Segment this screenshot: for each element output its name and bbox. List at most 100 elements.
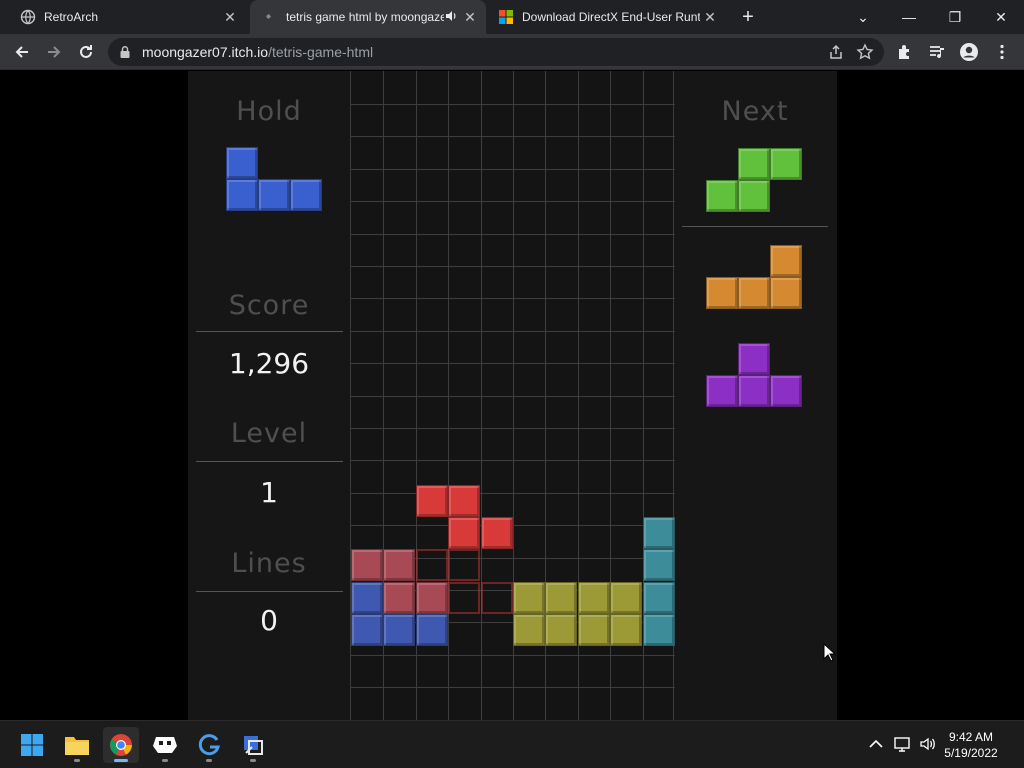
volume-button[interactable]: [919, 735, 937, 753]
network-button[interactable]: [894, 735, 912, 753]
piece-block: [738, 277, 770, 309]
media-control-button[interactable]: [925, 40, 949, 64]
restore-button[interactable]: ❐: [943, 5, 967, 29]
grid-line: [351, 687, 675, 689]
right-panel: Next: [674, 71, 837, 720]
piece-block: [738, 343, 770, 375]
grid-line: [351, 168, 675, 170]
tab-retroarch[interactable]: RetroArch ✕: [10, 0, 246, 34]
clock-date: 5/19/2022: [944, 746, 998, 760]
url-domain: moongazer07.itch.io: [142, 44, 269, 60]
score-label: Score: [228, 290, 310, 321]
ghost-block: [481, 582, 513, 614]
itch-favicon-icon: [266, 14, 271, 19]
board-block: [513, 614, 545, 646]
clock[interactable]: 9:42 AM 5/19/2022: [936, 729, 1006, 761]
level-label: Level: [230, 418, 308, 449]
retroarch-button[interactable]: [147, 727, 183, 763]
retroarch-icon: [153, 737, 177, 753]
board-block: [545, 614, 577, 646]
board-block: [448, 517, 480, 549]
close-tab-icon[interactable]: ✕: [462, 9, 478, 25]
chrome-button[interactable]: [103, 727, 139, 763]
piece-block: [226, 147, 258, 179]
tab-title: tetris game html by moongaze: [286, 10, 444, 24]
speaker-icon: [920, 737, 935, 751]
new-tab-button[interactable]: +: [738, 7, 758, 27]
board-block: [578, 582, 610, 614]
grid-line: [351, 654, 675, 656]
grid-line: [351, 460, 675, 462]
reload-icon: [80, 45, 92, 58]
app-tools-button[interactable]: [235, 727, 271, 763]
taskbar: 9:42 AM 5/19/2022: [0, 720, 1024, 768]
board-block: [578, 614, 610, 646]
globe-icon: [20, 9, 36, 25]
browser-menu-button[interactable]: [990, 40, 1014, 64]
close-tab-icon[interactable]: ✕: [222, 9, 238, 25]
grid-line: [351, 201, 675, 203]
app-g-button[interactable]: [191, 727, 227, 763]
close-window-button[interactable]: ✕: [989, 5, 1013, 29]
board-block: [643, 582, 675, 614]
grid-line: [351, 233, 675, 235]
piece-block: [738, 180, 770, 212]
audio-playing-icon[interactable]: [444, 9, 458, 23]
board-block: [383, 582, 415, 614]
piece-block: [706, 375, 738, 407]
board-block: [643, 549, 675, 581]
playlist-icon: [930, 46, 944, 59]
grid-line: [351, 266, 675, 267]
board-block: [416, 485, 448, 517]
close-tab-icon[interactable]: ✕: [702, 9, 718, 25]
share-icon[interactable]: [828, 44, 844, 60]
reload-button[interactable]: [74, 40, 98, 64]
user-avatar-icon: [960, 43, 978, 61]
address-bar[interactable]: moongazer07.itch.io/tetris-game-html: [108, 38, 884, 66]
windows-logo-icon: [21, 734, 43, 756]
divider: [196, 591, 343, 592]
lines-value: 0: [260, 604, 278, 637]
playfield[interactable]: [350, 71, 675, 720]
piece-block: [738, 148, 770, 180]
profile-button[interactable]: [957, 40, 981, 64]
chevron-up-icon: [869, 739, 883, 748]
grid-line: [351, 104, 675, 105]
grid-line: [351, 525, 675, 527]
ghost-block: [448, 549, 480, 581]
forward-button[interactable]: [42, 40, 66, 64]
tab-tetris-game[interactable]: tetris game html by moongaze ✕: [250, 0, 486, 34]
divider: [196, 461, 343, 462]
board-block: [610, 582, 642, 614]
lock-icon[interactable]: [118, 45, 132, 59]
ghost-block: [416, 549, 448, 581]
board-block: [416, 582, 448, 614]
show-hidden-icons-button[interactable]: [867, 735, 885, 753]
minimize-button[interactable]: —: [897, 5, 921, 29]
board-block: [643, 517, 675, 549]
board-block: [610, 614, 642, 646]
back-button[interactable]: [10, 40, 34, 64]
tab-search-button[interactable]: ⌄: [851, 5, 875, 29]
tetris-game[interactable]: Hold Score 1,296 Level 1 Lines 0 Next: [188, 71, 837, 720]
file-explorer-button[interactable]: [59, 727, 95, 763]
app-tools-icon: [244, 736, 263, 755]
piece-block: [226, 179, 258, 211]
microsoft-logo-icon: [499, 10, 513, 24]
kebab-menu-icon: [1000, 44, 1004, 60]
grid-line: [351, 492, 675, 494]
board-block: [416, 614, 448, 646]
bookmark-star-icon[interactable]: [856, 43, 874, 61]
clock-time: 9:42 AM: [948, 730, 994, 744]
board-block: [383, 549, 415, 581]
divider: [196, 331, 343, 332]
grid-line: [351, 363, 675, 365]
board-block: [383, 614, 415, 646]
extensions-button[interactable]: [893, 40, 917, 64]
start-button[interactable]: [14, 727, 50, 763]
arrow-right-icon: [48, 46, 61, 58]
piece-block: [290, 179, 322, 211]
network-icon: [894, 737, 910, 752]
tab-directx-download[interactable]: Download DirectX End-User Runt ✕: [490, 0, 726, 34]
browser-toolbar: moongazer07.itch.io/tetris-game-html: [0, 34, 1024, 70]
